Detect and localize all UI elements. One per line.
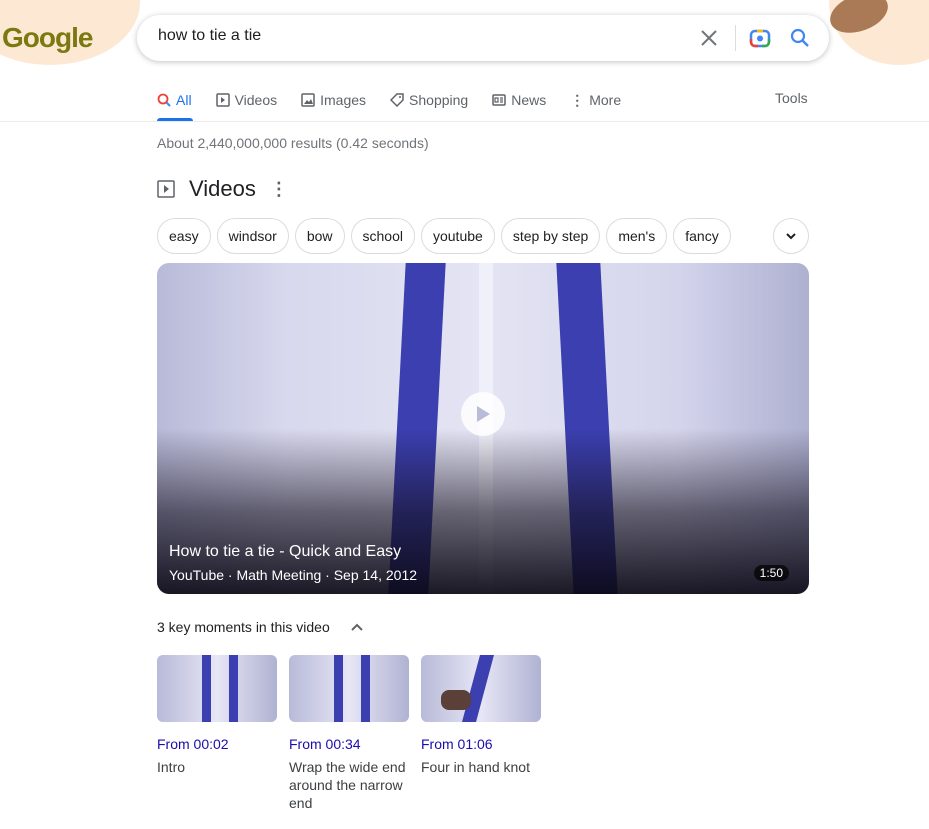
search-box (137, 15, 829, 61)
play-button[interactable] (461, 392, 505, 436)
duration-badge: 1:50 (753, 565, 789, 581)
tab-all[interactable]: All (157, 90, 192, 110)
chevron-down-icon (786, 233, 796, 240)
chip[interactable]: youtube (420, 218, 495, 254)
news-icon (492, 94, 506, 106)
key-moment[interactable]: From 00:02 Intro (157, 655, 279, 776)
tab-videos[interactable]: Videos (215, 90, 277, 110)
play-icon (157, 180, 175, 198)
chip[interactable]: bow (294, 218, 345, 254)
moment-description: Four in hand knot (421, 759, 530, 775)
more-vert-icon: ⋮ (570, 91, 585, 108)
video-result[interactable]: How to tie a tie - Quick and Easy YouTub… (157, 263, 809, 594)
play-icon (477, 406, 490, 422)
video-title[interactable]: How to tie a tie - Quick and Easy (169, 543, 401, 561)
search-tabs: All Videos Images Shopping News ⋮ More (157, 90, 645, 110)
moment-time-link[interactable]: From 00:34 (289, 736, 411, 752)
moment-description: Intro (157, 759, 186, 775)
refinement-chips: easy windsor bow school youtube step by … (157, 218, 731, 254)
expand-chips-button[interactable] (773, 218, 809, 254)
search-icon (157, 93, 171, 107)
tab-shopping[interactable]: Shopping (390, 90, 468, 110)
camera-lens-icon[interactable] (749, 27, 771, 49)
chip[interactable]: men's (606, 218, 668, 254)
google-logo-doodle[interactable]: Google (2, 22, 93, 54)
moment-description: Wrap the wide end around the narrow end (289, 759, 406, 811)
chip[interactable]: step by step (500, 218, 601, 254)
moment-thumbnail (289, 655, 409, 722)
video-meta: YouTube · Math Meeting · Sep 14, 2012 (169, 567, 418, 583)
tab-images[interactable]: Images (301, 90, 366, 110)
divider (0, 121, 929, 122)
moment-thumbnail (157, 655, 277, 722)
chip[interactable]: fancy (673, 218, 731, 254)
search-icon[interactable] (789, 27, 811, 49)
chip[interactable]: easy (157, 218, 211, 254)
key-moment[interactable]: From 01:06 Four in hand knot (421, 655, 543, 776)
key-moment[interactable]: From 00:34 Wrap the wide end around the … (289, 655, 411, 812)
result-stats: About 2,440,000,000 results (0.42 second… (157, 135, 429, 151)
image-icon (301, 93, 315, 107)
chevron-up-icon (351, 623, 363, 631)
tag-icon (390, 93, 404, 107)
divider (735, 25, 736, 51)
moment-thumbnail (421, 655, 541, 722)
close-icon[interactable] (699, 28, 719, 48)
key-moments-toggle[interactable]: 3 key moments in this video (157, 619, 364, 635)
videos-section-header: Videos ⋮ (157, 176, 288, 202)
search-input[interactable] (158, 27, 678, 45)
tools-button[interactable]: Tools (775, 90, 808, 106)
more-options-icon[interactable]: ⋮ (270, 179, 288, 200)
chip[interactable]: windsor (216, 218, 289, 254)
section-title: Videos (189, 176, 256, 201)
tab-news[interactable]: News (492, 90, 546, 110)
chip[interactable]: school (350, 218, 415, 254)
play-icon (215, 93, 230, 107)
moment-time-link[interactable]: From 00:02 (157, 736, 279, 752)
moment-time-link[interactable]: From 01:06 (421, 736, 543, 752)
tab-more[interactable]: ⋮ More (570, 90, 621, 110)
